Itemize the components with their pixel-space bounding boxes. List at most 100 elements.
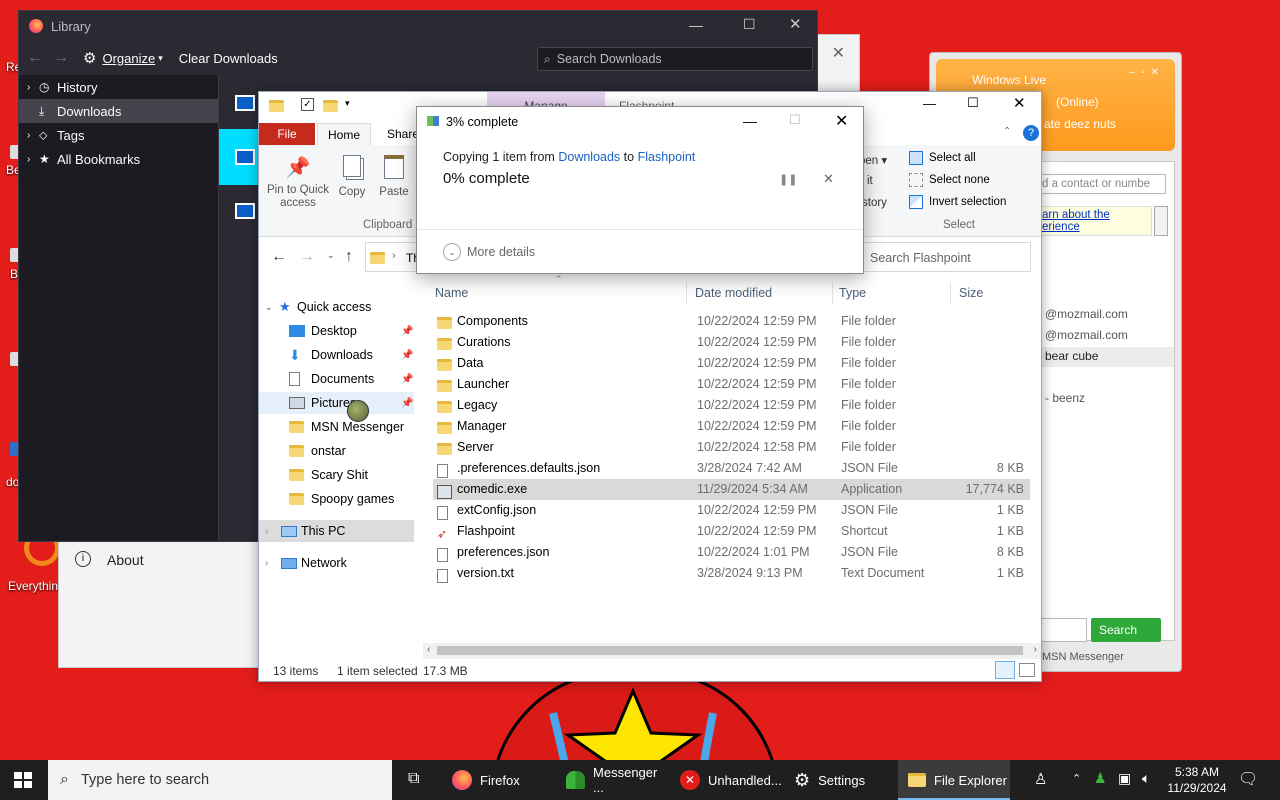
close-icon[interactable]: ✕ bbox=[1013, 94, 1026, 112]
address-bar[interactable]: › Th bbox=[365, 242, 423, 272]
minimize-icon[interactable]: — bbox=[689, 17, 703, 33]
volume-icon[interactable]: 🔈︎ bbox=[1142, 770, 1150, 787]
column-header-name[interactable]: Name bbox=[435, 282, 687, 304]
pause-icon[interactable]: ❚❚ bbox=[779, 173, 797, 186]
paste-button[interactable]: Paste bbox=[377, 155, 411, 198]
msn-ad-scrollbar[interactable] bbox=[1154, 206, 1168, 236]
msn-contact[interactable]: bear cube bbox=[1045, 349, 1098, 363]
select-none-button[interactable]: Select none bbox=[909, 173, 990, 187]
msn-web-search-input[interactable] bbox=[1037, 618, 1087, 642]
file-row[interactable]: Data 10/22/2024 12:59 PM File folder bbox=[433, 353, 1030, 374]
taskbar-app-file-explorer[interactable]: File Explorer bbox=[898, 760, 1010, 800]
nav-item-onstar[interactable]: onstar bbox=[259, 440, 414, 462]
search-flashpoint-input[interactable]: Search Flashpoint bbox=[861, 242, 1031, 272]
notifications-icon[interactable]: 🗨︎ bbox=[1238, 769, 1258, 789]
scrollbar-thumb[interactable] bbox=[437, 646, 1023, 655]
checkbox-icon[interactable]: ✓ bbox=[301, 98, 314, 111]
back-arrow-icon[interactable]: ← bbox=[27, 49, 43, 67]
nav-item-msn-messenger[interactable]: MSN Messenger bbox=[259, 416, 414, 438]
file-row[interactable]: Components 10/22/2024 12:59 PM File folder bbox=[433, 311, 1030, 332]
help-icon[interactable]: ? bbox=[1023, 125, 1039, 141]
taskbar-app-settings[interactable]: ⚙ Settings bbox=[784, 760, 896, 800]
minimize-icon[interactable]: — bbox=[923, 96, 936, 111]
task-view-icon[interactable]: ⧉ bbox=[408, 770, 419, 788]
nav-item-pictures[interactable]: Pictures 📌 bbox=[259, 392, 414, 414]
file-row[interactable]: version.txt 3/28/2024 9:13 PM Text Documen… bbox=[433, 563, 1030, 584]
people-icon[interactable]: ♙ bbox=[1034, 770, 1047, 788]
tab-file[interactable]: File bbox=[259, 123, 315, 145]
recent-locations-icon[interactable]: ⌄ bbox=[327, 250, 335, 261]
desktop-icon-label[interactable]: Everythin bbox=[8, 579, 58, 593]
minimize-icon[interactable]: — bbox=[743, 113, 757, 129]
back-arrow-icon[interactable]: ← bbox=[271, 248, 287, 266]
scroll-right-icon[interactable]: › bbox=[1034, 644, 1037, 655]
chevron-down-icon[interactable]: ▾ bbox=[345, 98, 350, 109]
new-folder-icon[interactable] bbox=[323, 100, 338, 112]
msn-status[interactable]: (Online) bbox=[1056, 95, 1099, 109]
scroll-left-icon[interactable]: ‹ bbox=[427, 644, 430, 655]
desktop-icon-label[interactable]: B bbox=[10, 267, 18, 281]
taskbar-app-messenger[interactable]: Messenger ... bbox=[556, 760, 668, 800]
msn-window-controls[interactable]: –▫✕ bbox=[1130, 67, 1166, 78]
nav-item-documents[interactable]: Documents 📌 bbox=[259, 368, 414, 390]
sidebar-item-all-bookmarks[interactable]: › ★ All Bookmarks bbox=[19, 147, 218, 171]
file-row[interactable]: comedic.exe 11/29/2024 5:34 AM Application… bbox=[433, 479, 1030, 500]
file-row[interactable]: Server 10/22/2024 12:58 PM File folder bbox=[433, 437, 1030, 458]
windows-start-icon[interactable] bbox=[14, 772, 32, 788]
network-icon[interactable]: ▣ bbox=[1118, 770, 1131, 787]
forward-arrow-icon[interactable]: → bbox=[299, 248, 315, 266]
nav-item-desktop[interactable]: Desktop 📌 bbox=[259, 320, 414, 342]
select-all-button[interactable]: Select all bbox=[909, 151, 976, 165]
close-icon[interactable]: ✕ bbox=[835, 111, 848, 131]
tab-share[interactable]: Share bbox=[387, 127, 419, 141]
clear-downloads-button[interactable]: Clear Downloads bbox=[179, 51, 278, 66]
file-row[interactable]: Legacy 10/22/2024 12:59 PM File folder bbox=[433, 395, 1030, 416]
close-icon[interactable]: ✕ bbox=[789, 15, 802, 33]
taskbar-app-unhandled[interactable]: ✕ Unhandled... bbox=[670, 760, 782, 800]
file-row[interactable]: ➶ Flashpoint 10/22/2024 12:59 PM Shortcut 1 … bbox=[433, 521, 1030, 542]
sidebar-item-tags[interactable]: › ⬦ Tags bbox=[19, 123, 218, 147]
file-row[interactable]: Manager 10/22/2024 12:59 PM File folder bbox=[433, 416, 1030, 437]
sidebar-item-downloads[interactable]: ⤓ Downloads bbox=[19, 99, 218, 123]
msn-contact[interactable]: - beenz bbox=[1045, 391, 1085, 405]
nav-item-downloads[interactable]: ⬇ Downloads 📌 bbox=[259, 344, 414, 366]
close-icon[interactable]: ✕ bbox=[832, 43, 845, 63]
chevron-up-icon[interactable]: ⌃ bbox=[1003, 126, 1011, 137]
library-search-input[interactable]: Search Downloads bbox=[557, 52, 662, 66]
details-view-icon[interactable] bbox=[995, 661, 1015, 679]
forward-arrow-icon[interactable]: → bbox=[53, 49, 69, 67]
horizontal-scrollbar[interactable]: ‹ › bbox=[423, 643, 1041, 659]
nav-item-spoopy-games[interactable]: Spoopy games bbox=[259, 488, 414, 510]
file-row[interactable]: .preferences.defaults.json 3/28/2024 7:42… bbox=[433, 458, 1030, 479]
cancel-icon[interactable]: ✕ bbox=[823, 171, 834, 187]
clock[interactable]: 5:38 AM 11/29/2024 bbox=[1164, 764, 1230, 796]
chevron-up-icon[interactable]: ⌃ bbox=[1072, 772, 1081, 785]
file-row[interactable]: preferences.json 10/22/2024 1:01 PM JSON F… bbox=[433, 542, 1030, 563]
taskbar-app-firefox[interactable]: Firefox bbox=[442, 760, 554, 800]
taskbar-search[interactable]: ⌕ Type here to search bbox=[48, 760, 392, 800]
history-button[interactable]: story bbox=[862, 197, 887, 209]
invert-selection-button[interactable]: Invert selection bbox=[909, 195, 1006, 209]
copy-button[interactable]: Copy bbox=[335, 155, 369, 198]
edit-button[interactable]: it bbox=[867, 175, 873, 187]
pin-to-quick-access-button[interactable]: 📌 Pin to Quick access bbox=[265, 155, 331, 210]
nav-network[interactable]: › Network bbox=[259, 552, 414, 574]
msn-ad-banner[interactable]: arn about the erience bbox=[1037, 206, 1152, 236]
large-icons-view-icon[interactable] bbox=[1019, 663, 1035, 677]
msn-search-button[interactable]: Search bbox=[1091, 618, 1161, 642]
organize-button[interactable]: Organize bbox=[102, 51, 155, 66]
copy-source-link[interactable]: Downloads bbox=[558, 150, 620, 164]
file-row[interactable]: extConfig.json 10/22/2024 12:59 PM JSON Fi… bbox=[433, 500, 1030, 521]
nav-this-pc[interactable]: › This PC bbox=[259, 520, 414, 542]
nav-quick-access[interactable]: ⌄ ★ Quick access bbox=[259, 296, 414, 318]
more-details-button[interactable]: ⌄ More details bbox=[443, 243, 535, 261]
column-header-size[interactable]: Size bbox=[959, 282, 1031, 304]
file-row[interactable]: Launcher 10/22/2024 12:59 PM File folder bbox=[433, 374, 1030, 395]
nav-item-scary[interactable]: Scary Shit bbox=[259, 464, 414, 486]
settings-about-item[interactable]: About bbox=[107, 552, 144, 568]
taskbar-search-input[interactable]: Type here to search bbox=[81, 772, 209, 788]
column-header-type[interactable]: Type bbox=[839, 282, 951, 304]
msn-contact-search[interactable]: d a contact or numbe bbox=[1037, 174, 1166, 194]
msn-ad-text-2[interactable]: erience bbox=[1038, 221, 1151, 233]
library-search[interactable]: ⌕ Search Downloads bbox=[537, 47, 813, 71]
